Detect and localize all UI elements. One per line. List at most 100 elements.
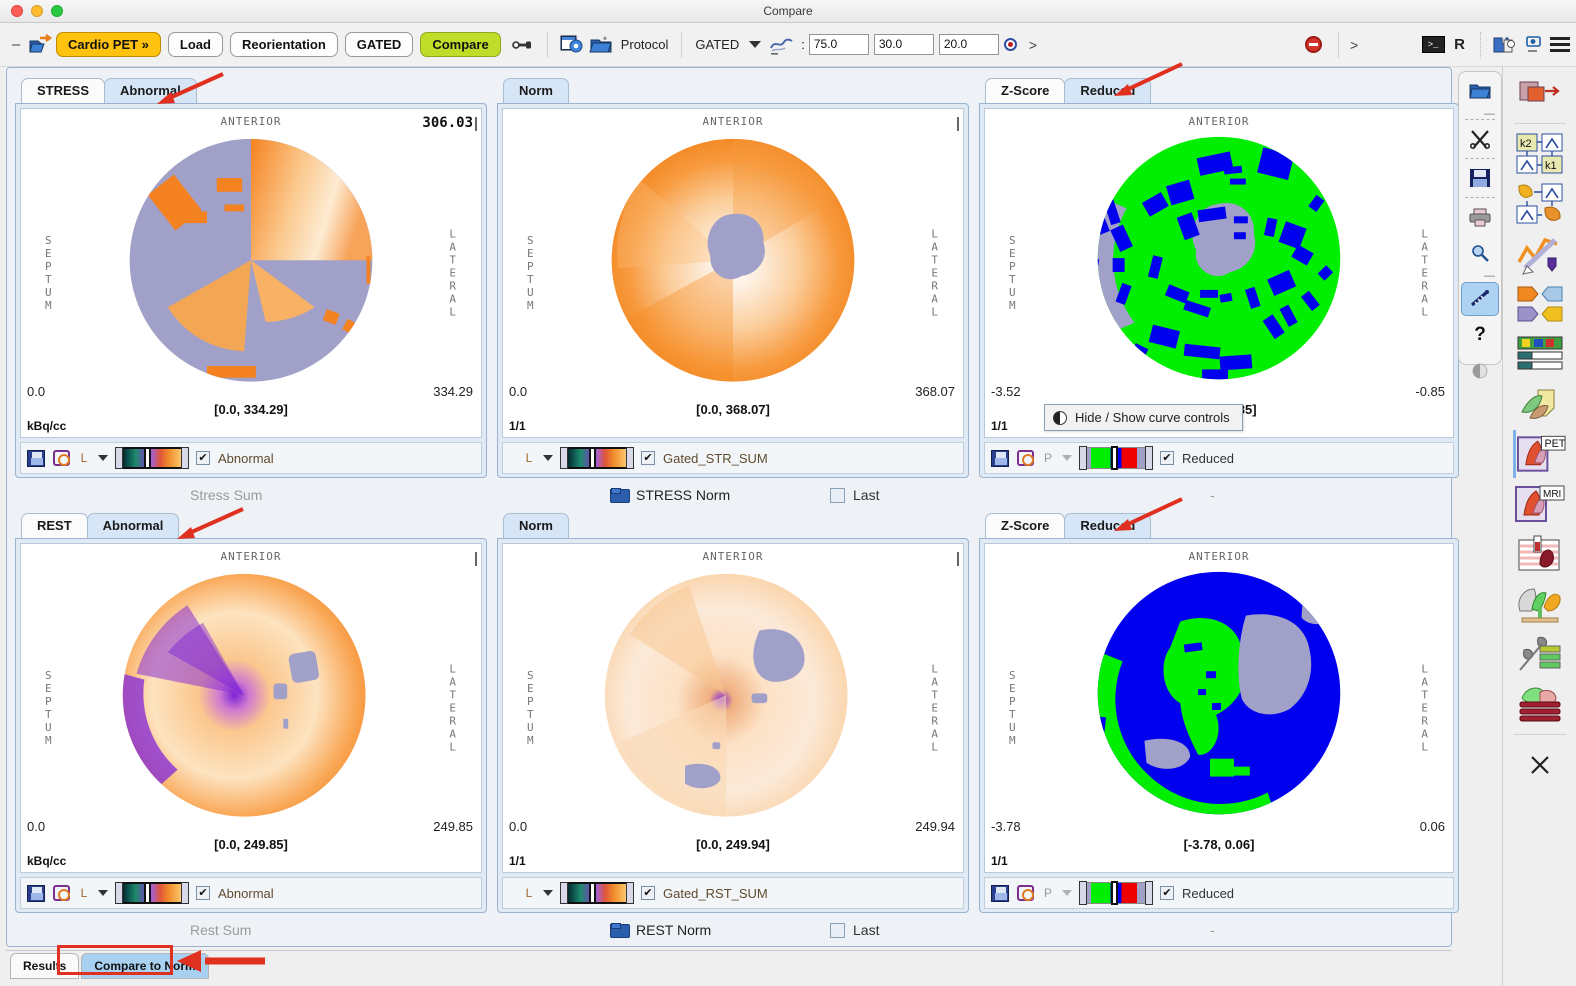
camera-icon[interactable] (1520, 30, 1550, 60)
colorbar-slider[interactable] (560, 447, 634, 469)
lut-chevron-down-icon[interactable] (98, 890, 108, 896)
gated-mode-label[interactable]: GATED (695, 37, 739, 52)
stop-icon[interactable] (1299, 30, 1329, 60)
stress-norm-selector[interactable]: STRESS Norm (610, 487, 730, 503)
lut-letter[interactable]: P (1042, 886, 1054, 900)
data-exchange-icon[interactable] (1513, 280, 1567, 328)
close-icon[interactable] (1513, 741, 1567, 789)
printer-icon[interactable] (1461, 200, 1499, 234)
stress-last-checkbox[interactable] (830, 487, 845, 503)
tab-rest-norm[interactable]: Norm (503, 513, 569, 538)
load-button[interactable]: Load (167, 32, 223, 57)
abnormal-checkbox[interactable]: ✔ (196, 451, 210, 465)
gated-button[interactable]: GATED (344, 32, 414, 57)
stress-reduced-plot[interactable]: ANTERIOR SEPTUM LATERAL -3.52 -0.85 1/1 (984, 108, 1454, 438)
lut-chevron-down-icon[interactable] (98, 455, 108, 461)
colorbar-slider[interactable] (1079, 881, 1153, 905)
scissors-icon[interactable] (1461, 122, 1499, 156)
lut-letter[interactable]: L (523, 451, 535, 465)
save-icon[interactable] (27, 884, 45, 902)
gated-rst-sum-label[interactable]: Gated_RST_SUM (663, 886, 768, 901)
pet-heart-icon[interactable]: PET (1513, 430, 1567, 478)
overflow-chevron[interactable]: > (1350, 37, 1358, 53)
abnormal-checkbox-label[interactable]: Abnormal (218, 451, 274, 466)
zoom-icon[interactable] (1461, 236, 1499, 270)
tab-stress-reduced[interactable]: Reduced (1064, 78, 1152, 103)
tab-stress-norm[interactable]: Norm (503, 78, 569, 103)
blue-window-gear-icon[interactable] (557, 30, 587, 60)
gated-str-sum-checkbox[interactable]: ✔ (641, 451, 655, 465)
lut-chevron-down-icon[interactable] (1062, 455, 1072, 461)
tab-results[interactable]: Results (10, 952, 80, 979)
open-folder-arrow-icon[interactable] (26, 30, 56, 60)
reduced-checkbox-label[interactable]: Reduced (1182, 451, 1234, 466)
tab-stress[interactable]: STRESS (21, 78, 106, 103)
field-2-input[interactable]: 30.0 (873, 34, 934, 55)
link-icon[interactable] (508, 30, 538, 60)
tab-stress-zscore[interactable]: Z-Score (985, 78, 1066, 103)
field-3-input[interactable]: 20.0 (938, 34, 999, 55)
toolbar-expand-chevron[interactable]: > (1029, 37, 1037, 53)
lut-letter[interactable]: L (78, 451, 90, 465)
reduced-checkbox[interactable]: ✔ (1160, 886, 1174, 900)
colorbar-slider[interactable] (115, 447, 189, 469)
rest-reduced-plot[interactable]: ANTERIOR SEPTUM LATERAL -3.78 0.06 [-3.7… (984, 543, 1454, 873)
tab-rest[interactable]: REST (21, 513, 88, 538)
colorbar-slider[interactable] (560, 882, 634, 904)
gated-str-sum-label[interactable]: Gated_STR_SUM (663, 451, 768, 466)
gated-rst-sum-checkbox[interactable]: ✔ (641, 886, 655, 900)
palette-table-icon[interactable] (1513, 330, 1567, 378)
ruler-tool-icon[interactable] (1461, 282, 1499, 316)
tab-rest-abnormal[interactable]: Abnormal (86, 513, 180, 538)
snapshot-icon[interactable] (53, 450, 70, 466)
stress-abnormal-plot[interactable]: ANTERIOR SEPTUM LATERAL 306.03 0.0 334.2… (20, 108, 482, 438)
kinetic-model-icon[interactable] (1513, 180, 1567, 228)
lut-letter[interactable]: P (1042, 451, 1054, 465)
save-icon[interactable] (27, 449, 45, 467)
reorientation-button[interactable]: Reorientation (229, 32, 338, 57)
contrast-icon[interactable] (1461, 354, 1499, 388)
terminal-icon[interactable]: >_ (1418, 30, 1448, 60)
stack-icon[interactable] (1513, 680, 1567, 728)
lut-chevron-down-icon[interactable] (543, 455, 553, 461)
rest-norm-plot[interactable]: ANTERIOR SEPTUM LATERAL 0.0 249.94 [0.0,… (502, 543, 964, 873)
chevron-down-icon[interactable] (749, 41, 762, 48)
lut-letter[interactable]: L (523, 886, 535, 900)
perfusion-heart-icon[interactable] (1513, 530, 1567, 578)
tree-chart-icon[interactable] (1513, 630, 1567, 678)
hamburger-menu-icon[interactable] (1550, 37, 1570, 52)
volume-3d-icon[interactable] (1513, 380, 1567, 428)
snapshot-icon[interactable] (1017, 885, 1034, 901)
save-icon[interactable] (991, 449, 1009, 467)
r-console-icon[interactable]: R (1454, 36, 1465, 53)
reduced-checkbox-label[interactable]: Reduced (1182, 886, 1234, 901)
tab-rest-zscore[interactable]: Z-Score (985, 513, 1066, 538)
protocol-label[interactable]: Protocol (621, 37, 669, 52)
tab-compare-to-norm[interactable]: Compare to Norm (81, 952, 209, 979)
colorbar-slider[interactable] (115, 882, 189, 904)
stress-last-option[interactable]: Last (830, 487, 879, 503)
rest-last-option[interactable]: Last (830, 922, 879, 938)
brain-icon[interactable] (1513, 580, 1567, 628)
collapse-toolbar-button[interactable]: – (6, 36, 26, 53)
open-folder-icon[interactable] (1461, 74, 1499, 108)
lut-chevron-down-icon[interactable] (1062, 890, 1072, 896)
puzzle-pieces-icon[interactable] (1490, 30, 1520, 60)
tab-rest-reduced[interactable]: Reduced (1064, 513, 1152, 538)
stress-norm-plot[interactable]: ANTERIOR SEPTUM LATERAL 0.0 368.07 [0.0,… (502, 108, 964, 438)
snapshot-icon[interactable] (53, 885, 70, 901)
protocol-folder-icon[interactable] (587, 30, 617, 60)
cardio-pet-button[interactable]: Cardio PET » (56, 32, 161, 57)
tab-stress-abnormal[interactable]: Abnormal (104, 78, 197, 103)
mri-heart-icon[interactable]: MRI (1513, 480, 1567, 528)
lut-letter[interactable]: L (78, 886, 90, 900)
save-icon[interactable] (991, 884, 1009, 902)
colorbar-slider[interactable] (1079, 446, 1153, 470)
field-1-input[interactable]: 75.0 (808, 34, 869, 55)
curve-edit-icon[interactable] (1513, 230, 1567, 278)
compare-button[interactable]: Compare (420, 32, 501, 57)
rest-last-checkbox[interactable] (830, 922, 845, 938)
rest-norm-selector[interactable]: REST Norm (610, 922, 711, 938)
rest-abnormal-plot[interactable]: ANTERIOR SEPTUM LATERAL 0.0 249.85 [0.0,… (20, 543, 482, 873)
lut-chevron-down-icon[interactable] (543, 890, 553, 896)
